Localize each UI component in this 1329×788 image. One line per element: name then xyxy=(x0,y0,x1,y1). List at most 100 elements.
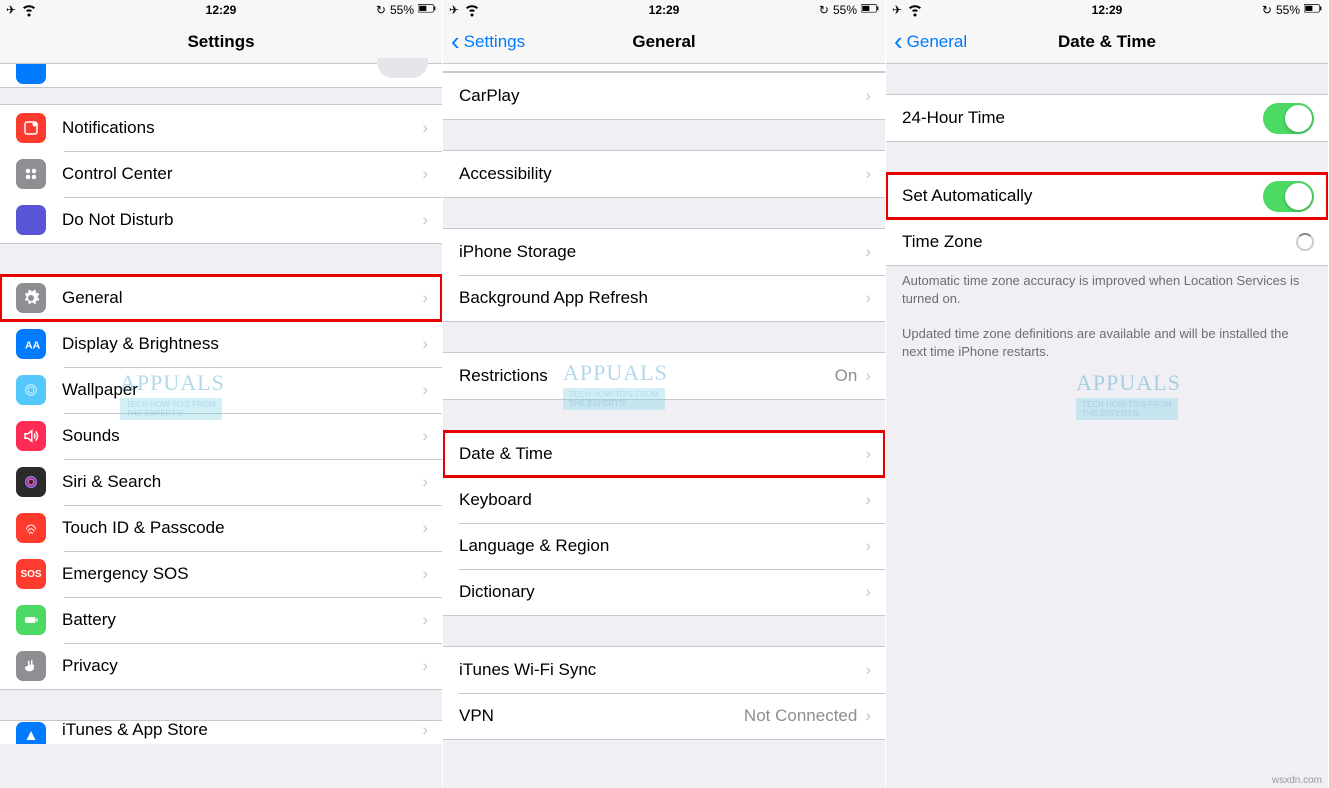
row-label: iTunes & App Store xyxy=(62,720,422,740)
hand-icon xyxy=(16,651,46,681)
chevron-right-icon: › xyxy=(865,582,871,602)
page-title: Date & Time xyxy=(1058,32,1156,52)
airplane-mode-icon: ✈︎ xyxy=(449,3,459,17)
toggle-24-hour[interactable] xyxy=(1263,103,1314,134)
row-label: Notifications xyxy=(62,118,422,138)
chevron-left-icon: ‹ xyxy=(451,28,460,54)
row-background-refresh[interactable]: Background App Refresh › xyxy=(443,275,885,321)
row-vpn[interactable]: VPN Not Connected › xyxy=(443,693,885,739)
chevron-right-icon: › xyxy=(422,164,428,184)
row-iphone-storage[interactable]: iPhone Storage › xyxy=(443,229,885,275)
toggle-partial[interactable] xyxy=(377,58,428,78)
row-label: General xyxy=(62,288,422,308)
moon-icon xyxy=(16,205,46,235)
row-sounds[interactable]: Sounds › xyxy=(0,413,442,459)
row-label: Display & Brightness xyxy=(62,334,422,354)
row-carplay[interactable]: CarPlay › xyxy=(443,73,885,119)
row-accessibility[interactable]: Accessibility › xyxy=(443,151,885,197)
chevron-right-icon: › xyxy=(422,564,428,584)
display-icon: AA xyxy=(16,329,46,359)
chevron-right-icon: › xyxy=(422,118,428,138)
toggle-set-auto[interactable] xyxy=(1263,181,1314,212)
chevron-right-icon: › xyxy=(865,242,871,262)
back-label: Settings xyxy=(464,32,525,52)
row-label: iPhone Storage xyxy=(459,242,865,262)
wifi-icon xyxy=(463,0,481,21)
rotation-lock-icon: ↻ xyxy=(1262,3,1272,17)
siri-icon xyxy=(16,467,46,497)
battery-percent: 55% xyxy=(833,3,857,17)
screen-settings: ✈︎ 12:29 ↻ 55% Settings Notifications › xyxy=(0,0,443,788)
row-label: 24-Hour Time xyxy=(902,108,1263,128)
status-time: 12:29 xyxy=(1092,3,1123,17)
row-emergency-sos[interactable]: SOS Emergency SOS › xyxy=(0,551,442,597)
status-bar: ✈︎ 12:29 ↻ 55% xyxy=(443,0,885,20)
row-label: Time Zone xyxy=(902,232,1296,252)
loading-spinner-icon xyxy=(1296,233,1314,251)
row-battery[interactable]: Battery › xyxy=(0,597,442,643)
row-itunes-partial[interactable]: iTunes & App Store › xyxy=(0,720,442,744)
row-control-center[interactable]: Control Center › xyxy=(0,151,442,197)
chevron-left-icon: ‹ xyxy=(894,28,903,54)
chevron-right-icon: › xyxy=(865,164,871,184)
row-restrictions[interactable]: Restrictions On › xyxy=(443,353,885,399)
row-label: Sounds xyxy=(62,426,422,446)
row-label: Wallpaper xyxy=(62,380,422,400)
sos-icon: SOS xyxy=(16,559,46,589)
row-label: Restrictions xyxy=(459,366,835,386)
chevron-right-icon: › xyxy=(865,536,871,556)
row-24-hour[interactable]: 24-Hour Time xyxy=(886,95,1328,141)
nav-bar: ‹ Settings General xyxy=(443,20,885,64)
row-itunes-wifi[interactable]: iTunes Wi-Fi Sync › xyxy=(443,647,885,693)
row-label: Battery xyxy=(62,610,422,630)
row-keyboard[interactable]: Keyboard › xyxy=(443,477,885,523)
row-language-region[interactable]: Language & Region › xyxy=(443,523,885,569)
chevron-right-icon: › xyxy=(422,518,428,538)
nav-bar: ‹ General Date & Time xyxy=(886,20,1328,64)
row-label: Privacy xyxy=(62,656,422,676)
screen-date-time: ✈︎ 12:29 ↻ 55% ‹ General Date & Time 24-… xyxy=(886,0,1329,788)
row-label: Do Not Disturb xyxy=(62,210,422,230)
row-time-zone[interactable]: Time Zone xyxy=(886,219,1328,265)
chevron-right-icon: › xyxy=(865,366,871,386)
battery-icon xyxy=(418,0,436,21)
gear-icon xyxy=(16,283,46,313)
speaker-icon xyxy=(16,421,46,451)
row-label: Set Automatically xyxy=(902,186,1263,206)
nav-bar: Settings xyxy=(0,20,442,64)
wifi-icon xyxy=(20,0,38,21)
chevron-right-icon: › xyxy=(865,288,871,308)
row-general[interactable]: General › xyxy=(0,275,442,321)
row-date-time[interactable]: Date & Time › xyxy=(443,431,885,477)
chevron-right-icon: › xyxy=(422,720,428,740)
row-value: Not Connected xyxy=(744,706,857,726)
page-title: Settings xyxy=(187,32,254,52)
row-notifications[interactable]: Notifications › xyxy=(0,105,442,151)
row-display-brightness[interactable]: AA Display & Brightness › xyxy=(0,321,442,367)
row-wallpaper[interactable]: Wallpaper › xyxy=(0,367,442,413)
row-touch-id[interactable]: Touch ID & Passcode › xyxy=(0,505,442,551)
chevron-right-icon: › xyxy=(422,334,428,354)
row-label: Siri & Search xyxy=(62,472,422,492)
rotation-lock-icon: ↻ xyxy=(376,3,386,17)
status-bar: ✈︎ 12:29 ↻ 55% xyxy=(886,0,1328,20)
watermark: APPUALS TECH HOW-TO'S FROMTHE EXPERTS! xyxy=(1076,370,1181,420)
chevron-right-icon: › xyxy=(422,210,428,230)
partial-row-prev[interactable] xyxy=(0,64,442,88)
row-dictionary[interactable]: Dictionary › xyxy=(443,569,885,615)
row-privacy[interactable]: Privacy › xyxy=(0,643,442,689)
chevron-right-icon: › xyxy=(422,426,428,446)
chevron-right-icon: › xyxy=(422,472,428,492)
appstore-icon xyxy=(16,722,46,744)
row-label: iTunes Wi-Fi Sync xyxy=(459,660,865,680)
row-label: Language & Region xyxy=(459,536,865,556)
row-do-not-disturb[interactable]: Do Not Disturb › xyxy=(0,197,442,243)
airplane-mode-icon: ✈︎ xyxy=(892,3,902,17)
row-siri-search[interactable]: Siri & Search › xyxy=(0,459,442,505)
row-set-automatically[interactable]: Set Automatically xyxy=(886,173,1328,219)
rotation-lock-icon: ↻ xyxy=(819,3,829,17)
chevron-right-icon: › xyxy=(422,610,428,630)
back-button[interactable]: ‹ General xyxy=(894,30,967,54)
back-button[interactable]: ‹ Settings xyxy=(451,30,525,54)
chevron-right-icon: › xyxy=(865,490,871,510)
